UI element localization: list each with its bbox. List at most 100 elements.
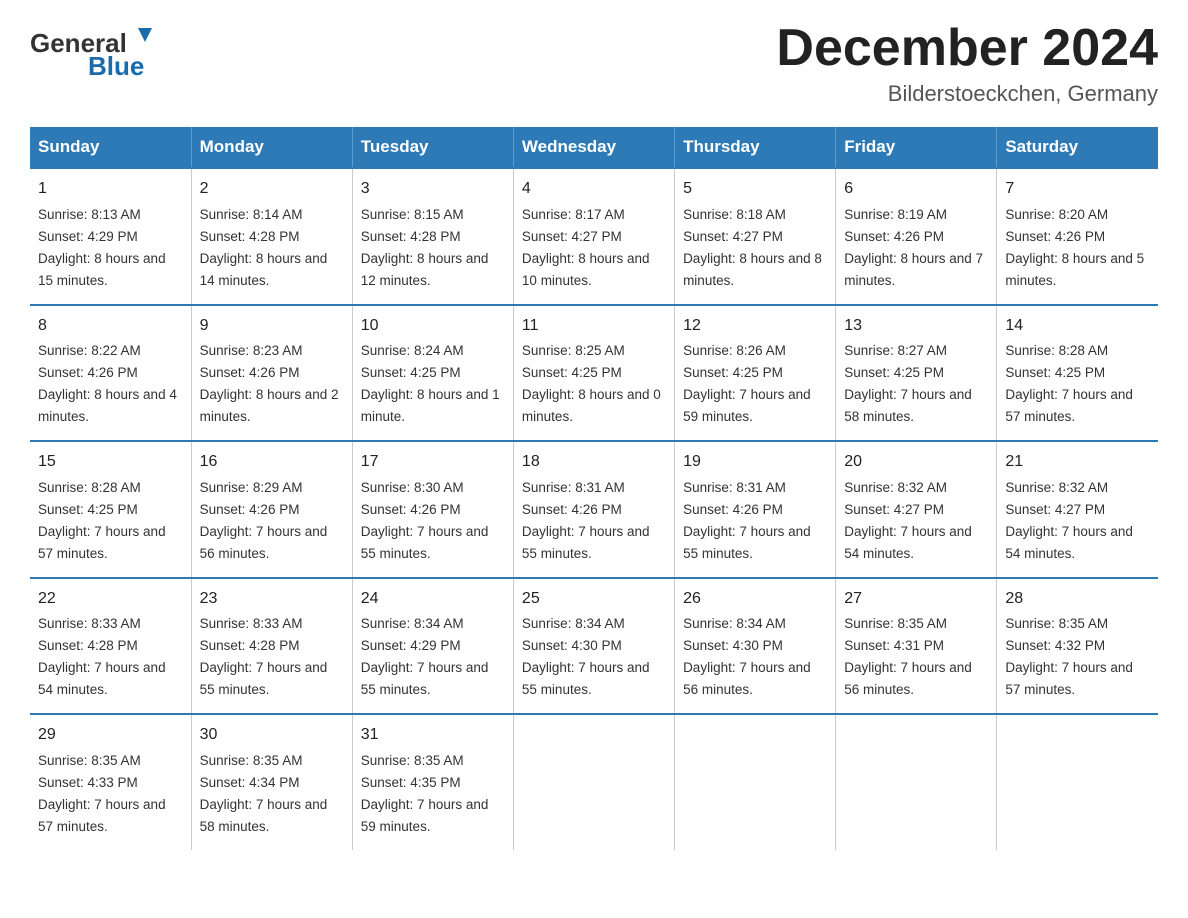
header-wednesday: Wednesday (513, 127, 674, 168)
calendar-cell: 25 Sunrise: 8:34 AMSunset: 4:30 PMDayligh… (513, 578, 674, 714)
title-block: December 2024 Bilderstoeckchen, Germany (776, 20, 1158, 107)
calendar-cell (836, 714, 997, 849)
day-number: 7 (1005, 177, 1150, 202)
day-info: Sunrise: 8:34 AMSunset: 4:30 PMDaylight:… (683, 616, 811, 697)
calendar-cell: 12 Sunrise: 8:26 AMSunset: 4:25 PMDayligh… (675, 305, 836, 441)
header-saturday: Saturday (997, 127, 1158, 168)
day-number: 11 (522, 314, 666, 339)
day-info: Sunrise: 8:31 AMSunset: 4:26 PMDaylight:… (522, 480, 650, 561)
day-info: Sunrise: 8:27 AMSunset: 4:25 PMDaylight:… (844, 343, 972, 424)
day-number: 2 (200, 177, 344, 202)
logo-graphic: General Blue (30, 20, 160, 85)
day-number: 24 (361, 587, 505, 612)
day-number: 28 (1005, 587, 1150, 612)
day-number: 10 (361, 314, 505, 339)
day-info: Sunrise: 8:35 AMSunset: 4:35 PMDaylight:… (361, 753, 489, 834)
calendar-week-row: 29 Sunrise: 8:35 AMSunset: 4:33 PMDayligh… (30, 714, 1158, 849)
logo: General Blue (30, 20, 160, 87)
day-number: 6 (844, 177, 988, 202)
day-number: 30 (200, 723, 344, 748)
day-number: 23 (200, 587, 344, 612)
calendar-cell: 29 Sunrise: 8:35 AMSunset: 4:33 PMDayligh… (30, 714, 191, 849)
calendar-cell: 18 Sunrise: 8:31 AMSunset: 4:26 PMDayligh… (513, 441, 674, 577)
day-number: 1 (38, 177, 183, 202)
day-number: 4 (522, 177, 666, 202)
calendar-cell (997, 714, 1158, 849)
day-info: Sunrise: 8:22 AMSunset: 4:26 PMDaylight:… (38, 343, 177, 424)
day-info: Sunrise: 8:23 AMSunset: 4:26 PMDaylight:… (200, 343, 339, 424)
page-subtitle: Bilderstoeckchen, Germany (776, 81, 1158, 107)
day-number: 17 (361, 450, 505, 475)
calendar-cell: 9 Sunrise: 8:23 AMSunset: 4:26 PMDaylight… (191, 305, 352, 441)
calendar-header-row: SundayMondayTuesdayWednesdayThursdayFrid… (30, 127, 1158, 168)
day-info: Sunrise: 8:14 AMSunset: 4:28 PMDaylight:… (200, 207, 328, 288)
calendar-cell: 21Sunrise: 8:32 AMSunset: 4:27 PMDayligh… (997, 441, 1158, 577)
calendar-cell: 27 Sunrise: 8:35 AMSunset: 4:31 PMDayligh… (836, 578, 997, 714)
calendar-cell: 28Sunrise: 8:35 AMSunset: 4:32 PMDayligh… (997, 578, 1158, 714)
calendar-week-row: 1 Sunrise: 8:13 AMSunset: 4:29 PMDaylight… (30, 168, 1158, 304)
calendar-cell: 22Sunrise: 8:33 AMSunset: 4:28 PMDayligh… (30, 578, 191, 714)
calendar-cell: 5Sunrise: 8:18 AMSunset: 4:27 PMDaylight… (675, 168, 836, 304)
page-header: General Blue December 2024 Bilderstoeckc… (30, 20, 1158, 107)
day-info: Sunrise: 8:35 AMSunset: 4:31 PMDaylight:… (844, 616, 972, 697)
day-number: 14 (1005, 314, 1150, 339)
day-number: 27 (844, 587, 988, 612)
day-info: Sunrise: 8:17 AMSunset: 4:27 PMDaylight:… (522, 207, 650, 288)
calendar-cell: 16Sunrise: 8:29 AMSunset: 4:26 PMDayligh… (191, 441, 352, 577)
calendar-cell: 26 Sunrise: 8:34 AMSunset: 4:30 PMDayligh… (675, 578, 836, 714)
day-info: Sunrise: 8:15 AMSunset: 4:28 PMDaylight:… (361, 207, 489, 288)
day-number: 9 (200, 314, 344, 339)
calendar-cell: 7 Sunrise: 8:20 AMSunset: 4:26 PMDaylight… (997, 168, 1158, 304)
day-info: Sunrise: 8:29 AMSunset: 4:26 PMDaylight:… (200, 480, 328, 561)
day-info: Sunrise: 8:20 AMSunset: 4:26 PMDaylight:… (1005, 207, 1144, 288)
header-sunday: Sunday (30, 127, 191, 168)
day-number: 18 (522, 450, 666, 475)
day-info: Sunrise: 8:26 AMSunset: 4:25 PMDaylight:… (683, 343, 811, 424)
calendar-cell (675, 714, 836, 849)
page-title: December 2024 (776, 20, 1158, 77)
day-info: Sunrise: 8:19 AMSunset: 4:26 PMDaylight:… (844, 207, 983, 288)
day-info: Sunrise: 8:33 AMSunset: 4:28 PMDaylight:… (200, 616, 328, 697)
calendar-cell: 19 Sunrise: 8:31 AMSunset: 4:26 PMDayligh… (675, 441, 836, 577)
day-number: 25 (522, 587, 666, 612)
day-info: Sunrise: 8:13 AMSunset: 4:29 PMDaylight:… (38, 207, 166, 288)
day-number: 13 (844, 314, 988, 339)
calendar-cell: 6 Sunrise: 8:19 AMSunset: 4:26 PMDaylight… (836, 168, 997, 304)
header-tuesday: Tuesday (352, 127, 513, 168)
day-info: Sunrise: 8:18 AMSunset: 4:27 PMDaylight:… (683, 207, 822, 288)
calendar-cell: 2 Sunrise: 8:14 AMSunset: 4:28 PMDaylight… (191, 168, 352, 304)
day-info: Sunrise: 8:32 AMSunset: 4:27 PMDaylight:… (1005, 480, 1133, 561)
day-number: 29 (38, 723, 183, 748)
day-number: 20 (844, 450, 988, 475)
day-info: Sunrise: 8:31 AMSunset: 4:26 PMDaylight:… (683, 480, 811, 561)
calendar-cell: 31 Sunrise: 8:35 AMSunset: 4:35 PMDayligh… (352, 714, 513, 849)
calendar-cell: 24 Sunrise: 8:34 AMSunset: 4:29 PMDayligh… (352, 578, 513, 714)
day-number: 26 (683, 587, 827, 612)
calendar-week-row: 15 Sunrise: 8:28 AMSunset: 4:25 PMDayligh… (30, 441, 1158, 577)
day-info: Sunrise: 8:28 AMSunset: 4:25 PMDaylight:… (38, 480, 166, 561)
day-info: Sunrise: 8:34 AMSunset: 4:30 PMDaylight:… (522, 616, 650, 697)
day-info: Sunrise: 8:30 AMSunset: 4:26 PMDaylight:… (361, 480, 489, 561)
day-number: 3 (361, 177, 505, 202)
calendar-week-row: 8Sunrise: 8:22 AMSunset: 4:26 PMDaylight… (30, 305, 1158, 441)
day-number: 15 (38, 450, 183, 475)
calendar-cell: 1 Sunrise: 8:13 AMSunset: 4:29 PMDaylight… (30, 168, 191, 304)
day-info: Sunrise: 8:24 AMSunset: 4:25 PMDaylight:… (361, 343, 500, 424)
calendar-cell: 30 Sunrise: 8:35 AMSunset: 4:34 PMDayligh… (191, 714, 352, 849)
day-info: Sunrise: 8:35 AMSunset: 4:33 PMDaylight:… (38, 753, 166, 834)
calendar-cell: 3 Sunrise: 8:15 AMSunset: 4:28 PMDaylight… (352, 168, 513, 304)
header-thursday: Thursday (675, 127, 836, 168)
calendar-cell: 17 Sunrise: 8:30 AMSunset: 4:26 PMDayligh… (352, 441, 513, 577)
calendar-cell: 10 Sunrise: 8:24 AMSunset: 4:25 PMDayligh… (352, 305, 513, 441)
header-friday: Friday (836, 127, 997, 168)
calendar-cell: 11Sunrise: 8:25 AMSunset: 4:25 PMDayligh… (513, 305, 674, 441)
day-info: Sunrise: 8:34 AMSunset: 4:29 PMDaylight:… (361, 616, 489, 697)
day-number: 31 (361, 723, 505, 748)
calendar-cell: 15 Sunrise: 8:28 AMSunset: 4:25 PMDayligh… (30, 441, 191, 577)
day-number: 12 (683, 314, 827, 339)
calendar-cell: 8Sunrise: 8:22 AMSunset: 4:26 PMDaylight… (30, 305, 191, 441)
header-monday: Monday (191, 127, 352, 168)
day-number: 19 (683, 450, 827, 475)
day-info: Sunrise: 8:35 AMSunset: 4:34 PMDaylight:… (200, 753, 328, 834)
calendar-week-row: 22Sunrise: 8:33 AMSunset: 4:28 PMDayligh… (30, 578, 1158, 714)
